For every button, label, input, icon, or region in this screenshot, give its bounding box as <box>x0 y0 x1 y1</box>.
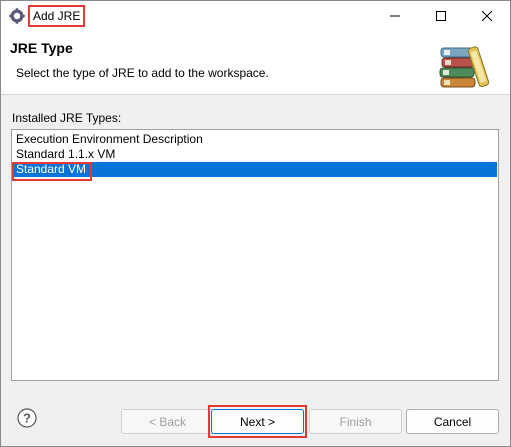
back-button[interactable]: < Back <box>121 409 214 434</box>
wizard-header: JRE Type Select the type of JRE to add t… <box>1 32 510 95</box>
eclipse-gear-icon <box>9 8 25 24</box>
help-icon[interactable]: ? <box>17 408 37 428</box>
page-title: JRE Type <box>10 40 73 56</box>
title-bar: Add JRE <box>1 1 510 32</box>
jre-types-label: Installed JRE Types: <box>12 111 122 125</box>
list-item[interactable]: Standard 1.1.x VM <box>13 147 497 162</box>
cancel-button[interactable]: Cancel <box>406 409 499 434</box>
window-title-box: Add JRE <box>28 5 86 27</box>
add-jre-dialog: Add JRE JRE Type Select the type of JRE … <box>0 0 511 447</box>
page-description: Select the type of JRE to add to the wor… <box>16 66 269 80</box>
minimize-button[interactable] <box>372 1 418 32</box>
minimize-icon <box>390 10 400 24</box>
list-item[interactable]: Execution Environment Description <box>13 132 497 147</box>
maximize-button[interactable] <box>418 1 464 32</box>
finish-button[interactable]: Finish <box>309 409 402 434</box>
maximize-icon <box>436 10 446 24</box>
window-title: Add JRE <box>33 9 81 23</box>
list-item-selected[interactable]: Standard VM <box>13 162 497 177</box>
svg-text:?: ? <box>23 411 31 426</box>
next-button[interactable]: Next > <box>211 409 304 434</box>
books-icon <box>437 42 490 90</box>
close-button[interactable] <box>464 1 510 32</box>
jre-types-list[interactable]: Execution Environment Description Standa… <box>11 129 499 381</box>
wizard-footer: ? < Back Next > Finish Cancel <box>1 389 510 446</box>
close-icon <box>481 10 493 24</box>
